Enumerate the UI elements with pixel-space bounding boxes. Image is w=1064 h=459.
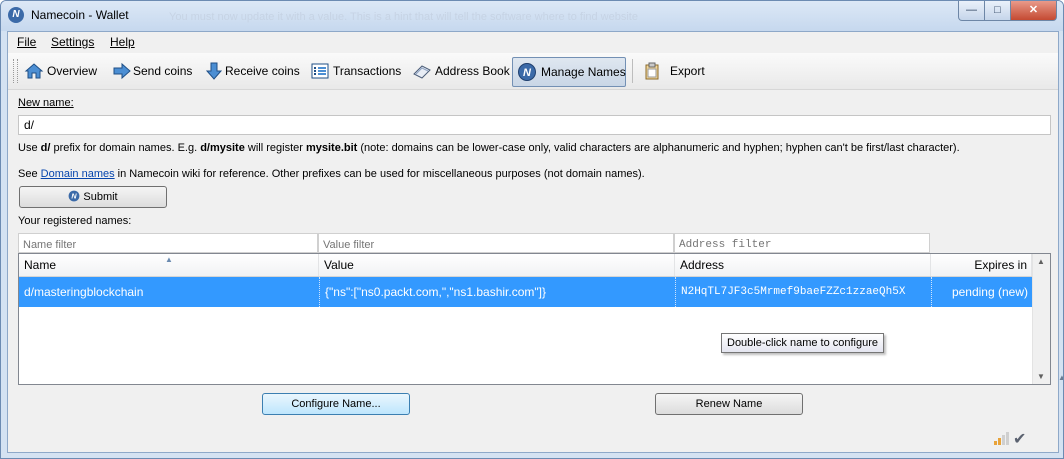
maximize-button[interactable]: □ [984,1,1011,21]
table-header: ▲ Name Value Address Expires in [19,254,1050,277]
submit-label: Submit [83,191,118,203]
home-icon [24,63,44,79]
scroll-up-icon[interactable]: ▲ [1037,257,1045,266]
manage-names-button[interactable]: N Manage Names [512,57,626,87]
toolbar-separator [632,59,633,83]
send-coins-label: Send coins [133,64,193,78]
column-header-value[interactable]: Value [319,254,675,276]
send-arrow-icon [113,62,131,80]
svg-text:N: N [523,67,532,79]
title-bar[interactable]: N Namecoin - Wallet You must now update … [1,1,1063,31]
synced-check-icon: ✔ [1013,431,1027,448]
submit-button[interactable]: N Submit [19,186,167,208]
address-filter-input[interactable] [674,233,930,253]
domain-names-link[interactable]: Domain names [41,168,115,180]
export-label: Export [670,64,705,78]
configure-tooltip: Double-click name to configure [721,333,885,353]
row-expires: pending (new) [931,277,1032,307]
configure-name-button[interactable]: Configure Name... [262,393,410,415]
title-bar-ghost-text: You must now update it with a value. Thi… [169,11,638,23]
app-window: N Namecoin - Wallet You must now update … [0,0,1064,459]
menu-settings[interactable]: Settings [51,35,94,49]
wiki-help-text: See Domain names in Namecoin wiki for re… [18,168,645,180]
export-button[interactable]: Export [638,57,710,85]
address-book-label: Address Book [435,64,510,78]
scroll-down-icon[interactable]: ▼ [1037,372,1045,381]
transactions-button[interactable]: Transactions [306,57,402,85]
address-book-icon [413,65,431,79]
column-header-name[interactable]: ▲ Name [19,254,319,276]
column-header-expires[interactable]: Expires in [931,254,1032,276]
svg-text:N: N [72,192,78,201]
toolbar-grip[interactable] [13,59,18,83]
overview-button[interactable]: Overview [20,57,102,85]
clipboard-icon [645,62,659,80]
row-value: {"ns":["ns0.packt.com,","ns1.bashir.com"… [319,277,675,307]
maximize-icon: □ [994,4,1001,16]
send-coins-button[interactable]: Send coins [108,57,192,85]
manage-names-label: Manage Names [541,65,626,79]
receive-arrow-icon [205,62,223,80]
row-address: N2HqTL7JF3c5Mrmef9baeFZZc1zzaeQh5X [675,277,931,307]
window-title: Namecoin - Wallet [31,8,129,22]
column-header-address[interactable]: Address [675,254,931,276]
overview-label: Overview [47,64,98,78]
names-table: ▲ Name Value Address Expires in d/master… [18,253,1051,385]
menu-help[interactable]: Help [110,35,135,49]
renew-name-label: Renew Name [695,398,763,410]
receive-coins-button[interactable]: Receive coins [200,57,300,85]
receive-coins-label: Receive coins [225,64,300,78]
namecoin-icon: N [518,63,536,81]
network-signal-icon [994,432,1009,445]
renew-name-button[interactable]: Renew Name [655,393,803,415]
registered-names-label: Your registered names: [18,215,132,227]
value-filter-input[interactable] [318,233,674,253]
table-row[interactable]: d/masteringblockchain {"ns":["ns0.packt.… [19,277,1032,307]
resize-grip-icon[interactable]: ▲ [1058,373,1063,382]
menu-file[interactable]: File [17,35,36,49]
list-icon [311,63,329,79]
transactions-label: Transactions [333,64,402,78]
new-name-label: New name: [18,97,74,109]
name-filter-input[interactable] [18,233,318,253]
close-icon: ✕ [1028,4,1039,16]
sort-ascending-icon: ▲ [165,255,173,264]
toolbar: Overview Send coins Receive coins Transa… [8,53,1058,90]
domain-help-text: Use d/ prefix for domain names. E.g. d/m… [18,142,960,154]
minimize-icon: — [966,4,977,16]
client-area: File Settings Help Overview Send coins R… [7,31,1059,453]
new-name-input[interactable] [18,115,1051,135]
address-book-button[interactable]: Address Book [408,57,510,85]
minimize-button[interactable]: — [958,1,985,21]
namecoin-logo-icon: N [8,7,24,23]
row-name: d/masteringblockchain [24,285,144,299]
table-scrollbar[interactable]: ▲ ▼ [1032,254,1050,384]
namecoin-small-icon: N [68,190,80,202]
configure-name-label: Configure Name... [291,398,381,410]
close-button[interactable]: ✕ [1010,1,1057,21]
menu-bar: File Settings Help [8,32,1058,52]
